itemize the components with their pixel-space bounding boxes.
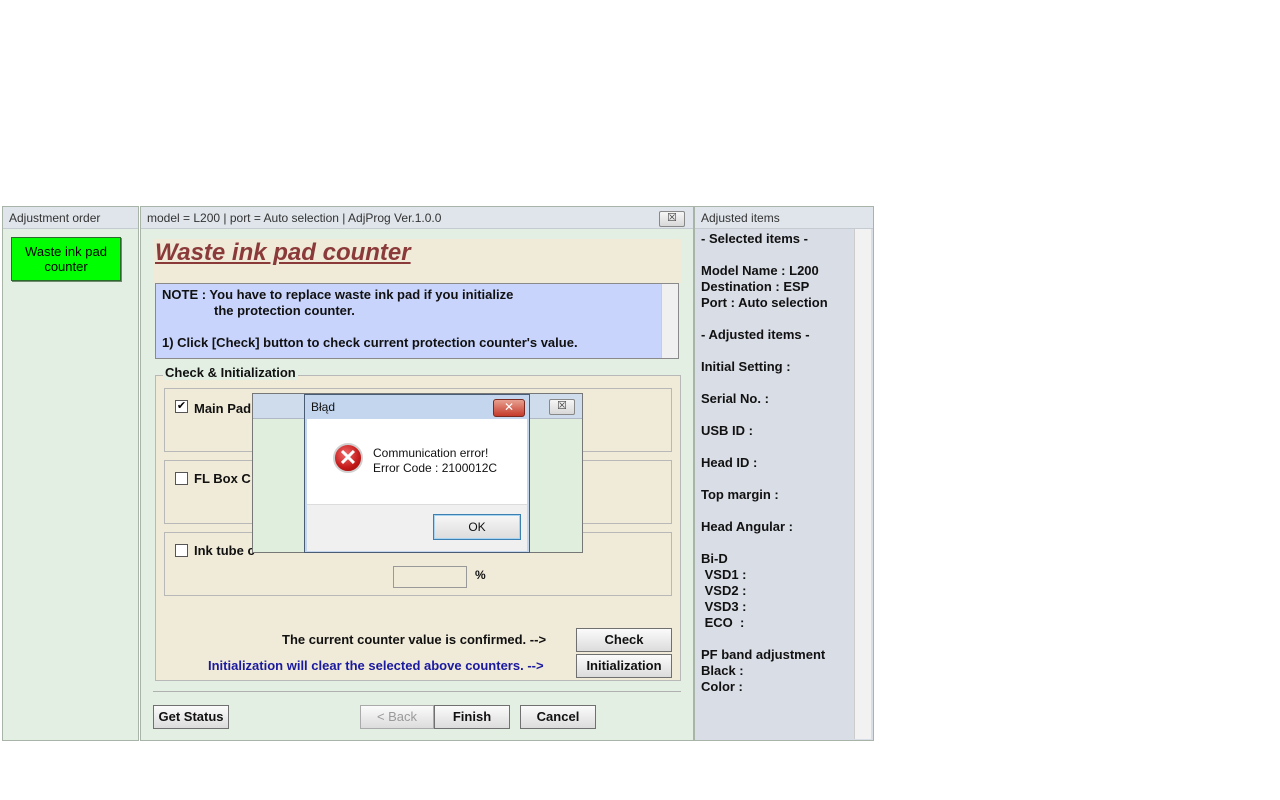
waste-ink-pad-counter-item[interactable]: Waste ink pad counter [11, 237, 121, 281]
main-pad-label: Main Pad [194, 401, 252, 416]
head-id-line: Head ID : [701, 455, 758, 470]
note-box: NOTE : You have to replace waste ink pad… [155, 283, 679, 359]
ink-tube-value-field [393, 566, 467, 588]
background-dialog-close-button[interactable]: ☒ [549, 399, 575, 415]
adjustment-order-panel: Adjustment order Waste ink pad counter [2, 206, 139, 741]
item-label-line1: Waste ink pad [25, 244, 107, 259]
error-dialog: Błąd ✕ ✕ Communication error! Error Code… [304, 394, 530, 553]
destination-line: Destination : ESP [701, 279, 810, 294]
top-margin-line: Top margin : [701, 487, 779, 502]
page-title: Waste ink pad counter [155, 239, 411, 266]
adjusted-items-panel: Adjusted items - Selected items - Model … [694, 206, 874, 741]
vsd2-line: VSD2 : [701, 583, 747, 598]
divider [153, 691, 681, 692]
fl-box-checkbox[interactable] [175, 472, 188, 485]
model-name-line: Model Name : L200 [701, 263, 819, 278]
error-message-line1: Communication error! [373, 446, 489, 460]
pf-band-line: PF band adjustment [701, 647, 826, 662]
main-pad-checkbox[interactable]: ✔ [175, 400, 188, 413]
ok-button[interactable]: OK [433, 514, 521, 540]
initialization-button[interactable]: Initialization [576, 654, 672, 678]
adjustment-order-title: Adjustment order [3, 207, 138, 229]
back-button[interactable]: < Back [360, 705, 434, 729]
note-scrollbar[interactable] [661, 284, 678, 358]
ink-tube-checkbox[interactable] [175, 544, 188, 557]
serial-no-line: Serial No. : [701, 391, 769, 406]
bi-d-line: Bi-D [701, 551, 728, 566]
error-dialog-title: Błąd [311, 400, 336, 414]
error-x-icon: ✕ [333, 443, 363, 473]
error-dialog-footer: OK [307, 504, 527, 551]
main-title-bar: model = L200 | port = Auto selection | A… [141, 207, 693, 229]
check-init-group-title: Check & Initialization [163, 365, 298, 380]
get-status-button[interactable]: Get Status [153, 705, 229, 729]
main-close-button[interactable]: ☒ [659, 211, 685, 227]
confirm-text: The current counter value is confirmed. … [282, 632, 547, 647]
header-area: Waste ink pad counter [153, 239, 681, 283]
error-dialog-body: ✕ Communication error! Error Code : 2100… [307, 419, 527, 504]
usb-id-line: USB ID : [701, 423, 753, 438]
head-angular-line: Head Angular : [701, 519, 793, 534]
selected-items-heading: - Selected items - [701, 231, 808, 246]
check-button[interactable]: Check [576, 628, 672, 652]
black-line: Black : [701, 663, 744, 678]
init-warning-text: Initialization will clear the selected a… [208, 658, 544, 673]
cancel-button[interactable]: Cancel [520, 705, 596, 729]
item-label-line2: counter [44, 259, 88, 274]
port-line: Port : Auto selection [701, 295, 828, 310]
error-message-line2: Error Code : 2100012C [373, 461, 498, 475]
initial-setting-line: Initial Setting : [701, 359, 791, 374]
error-dialog-close-button[interactable]: ✕ [493, 399, 525, 417]
adjusted-items-scrollbar[interactable] [854, 229, 871, 739]
adjusted-items-heading: - Adjusted items - [701, 327, 810, 342]
adjusted-items-title: Adjusted items [695, 207, 873, 229]
percent-label: % [475, 568, 486, 582]
color-line: Color : [701, 679, 743, 694]
eco-line: ECO : [701, 615, 745, 630]
vsd1-line: VSD1 : [701, 567, 747, 582]
fl-box-label: FL Box C [194, 471, 251, 486]
ink-tube-label: Ink tube c [194, 543, 255, 558]
vsd3-line: VSD3 : [701, 599, 747, 614]
note-line3: 1) Click [Check] button to check current… [162, 335, 578, 350]
finish-button[interactable]: Finish [434, 705, 510, 729]
note-line2: the protection counter. [214, 303, 355, 318]
note-line1: NOTE : You have to replace waste ink pad… [162, 287, 514, 302]
